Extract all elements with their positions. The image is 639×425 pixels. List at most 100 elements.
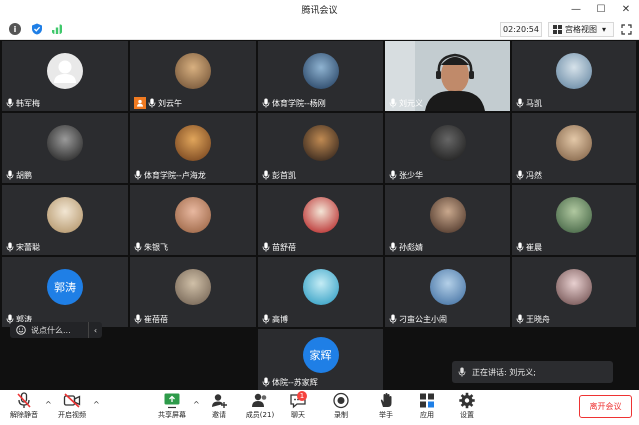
participant-name: 高博 [272,314,288,324]
grid-view-button[interactable]: 宫格视图 ▾ [548,22,614,37]
avatar-photo [175,197,211,233]
participant-tile[interactable]: 体育学院--卢海龙 [130,113,256,183]
avatar-initials: 郭涛 [47,269,83,305]
participant-tile[interactable]: 崔晨 [512,185,636,255]
mic-icon [516,314,524,324]
leave-meeting-button[interactable]: 离开会议 [579,395,632,418]
participant-label: 朱银飞 [134,241,168,253]
participant-tile[interactable]: 朱银飞 [130,185,256,255]
participant-label: 马凯 [516,97,542,109]
avatar-photo [175,269,211,305]
participant-name: 张少华 [399,170,423,180]
close-icon[interactable]: ✕ [619,2,633,16]
maximize-icon[interactable]: ☐ [594,2,608,16]
video-off-icon [63,393,81,408]
participant-label: 孙彪婧 [389,241,423,253]
participant-label: 胡鹏 [6,169,32,181]
video-options-caret[interactable]: ^ [93,400,100,409]
participant-tile[interactable]: 张少华 [385,113,510,183]
settings-button[interactable]: 设置 [445,392,489,420]
participant-tile[interactable]: 刁蛮公主小闹 [385,257,510,327]
control-bar: 解除静音 ^ 开启视频 ^ 共享屏幕 ^ 邀请 成员(21) 聊天 录制 举手 … [0,390,639,425]
avatar-photo [556,53,592,89]
view-label: 宫格视图 [565,25,597,34]
participant-label: 张少华 [389,169,423,181]
mic-icon [6,98,14,108]
title-bar: 腾讯会议 — ☐ ✕ [0,0,639,19]
mic-icon [516,98,524,108]
participant-tile[interactable]: 孙彪婧 [385,185,510,255]
fullscreen-icon[interactable] [621,24,632,35]
default-avatar-icon [47,53,83,89]
share-screen-button[interactable]: 共享屏幕 [150,392,194,420]
signal-icon[interactable] [51,23,63,35]
mute-button[interactable]: 解除静音 [2,392,46,420]
participant-label: 冯然 [516,169,542,181]
participant-label: 体育学院--卢海龙 [134,169,206,181]
avatar-photo [429,197,466,233]
participant-tile[interactable]: 家辉 体院--苏家辉 [258,329,383,390]
emoji-icon[interactable] [16,325,26,335]
invite-button[interactable]: 邀请 [197,392,241,420]
participant-tile[interactable]: 郭涛 郭涛 [2,257,128,327]
mic-muted-icon [17,392,31,408]
raise-hand-button[interactable]: 举手 [364,392,408,420]
mic-icon [262,242,270,252]
participant-name: 体育学院--卢海龙 [144,170,206,180]
participant-tile[interactable]: 韩军梅 [2,41,128,111]
info-icon[interactable]: i [9,23,21,35]
shield-icon[interactable] [31,23,43,35]
participant-name: 朱银飞 [144,242,168,252]
mic-icon [134,170,142,180]
participant-tile[interactable]: 胡鹏 [2,113,128,183]
participant-label: 体院--苏家辉 [262,376,318,388]
participant-name: 刁蛮公主小闹 [399,314,447,324]
participant-label: 王晓舟 [516,313,550,325]
mic-icon [262,377,270,387]
mic-icon [262,170,270,180]
window-controls: — ☐ ✕ [569,2,633,16]
video-button[interactable]: 开启视频 [50,392,94,420]
mic-icon [262,98,270,108]
avatar-photo [429,125,466,161]
participant-name: 刘云午 [158,98,182,108]
participant-name: 崔蓓蓓 [144,314,168,324]
apps-icon [420,393,434,408]
participant-tile[interactable]: 彭首凯 [258,113,383,183]
avatar-photo [302,197,339,233]
window-title: 腾讯会议 [301,6,338,16]
members-icon [252,393,267,407]
mic-icon [134,314,142,324]
participant-tile[interactable]: 高博 [258,257,383,327]
apps-button[interactable]: 应用 [405,392,449,420]
participant-tile[interactable]: 宋蕾聪 [2,185,128,255]
participant-tile[interactable]: 马凯 [512,41,636,111]
avatar-photo [175,53,211,89]
mic-icon [6,170,14,180]
participant-label: 彭首凯 [262,169,296,181]
caret-down-icon: ▾ [602,25,607,34]
participant-tile[interactable]: 王晓舟 [512,257,636,327]
participant-label: 崔蓓蓓 [134,313,168,325]
participant-tile[interactable]: 崔蓓蓓 [130,257,256,327]
participant-label: 宋蕾聪 [6,241,40,253]
chevron-left-icon[interactable]: ‹ [88,322,102,338]
participant-tile[interactable]: 刘元义 [385,41,510,111]
chat-popup[interactable]: 说点什么... ‹ [10,322,102,338]
avatar-photo [556,125,592,161]
participant-name: 马凯 [526,98,542,108]
participant-label: 刘元义 [389,97,423,109]
chat-input-placeholder[interactable]: 说点什么... [31,325,71,336]
participant-name: 彭首凯 [272,170,296,180]
meeting-timer: 02:20:54 [500,22,542,37]
record-button[interactable]: 录制 [319,392,363,420]
participant-name: 王晓舟 [526,314,550,324]
participant-tile[interactable]: 体育学院--杨刚 [258,41,383,111]
participant-tile[interactable]: 苗舒蓓 [258,185,383,255]
minimize-icon[interactable]: — [569,2,583,16]
participant-name: 冯然 [526,170,542,180]
participant-name: 胡鹏 [16,170,32,180]
participant-tile[interactable]: 冯然 [512,113,636,183]
grid-view-icon [553,25,562,34]
participant-tile[interactable]: 刘云午 [130,41,256,111]
